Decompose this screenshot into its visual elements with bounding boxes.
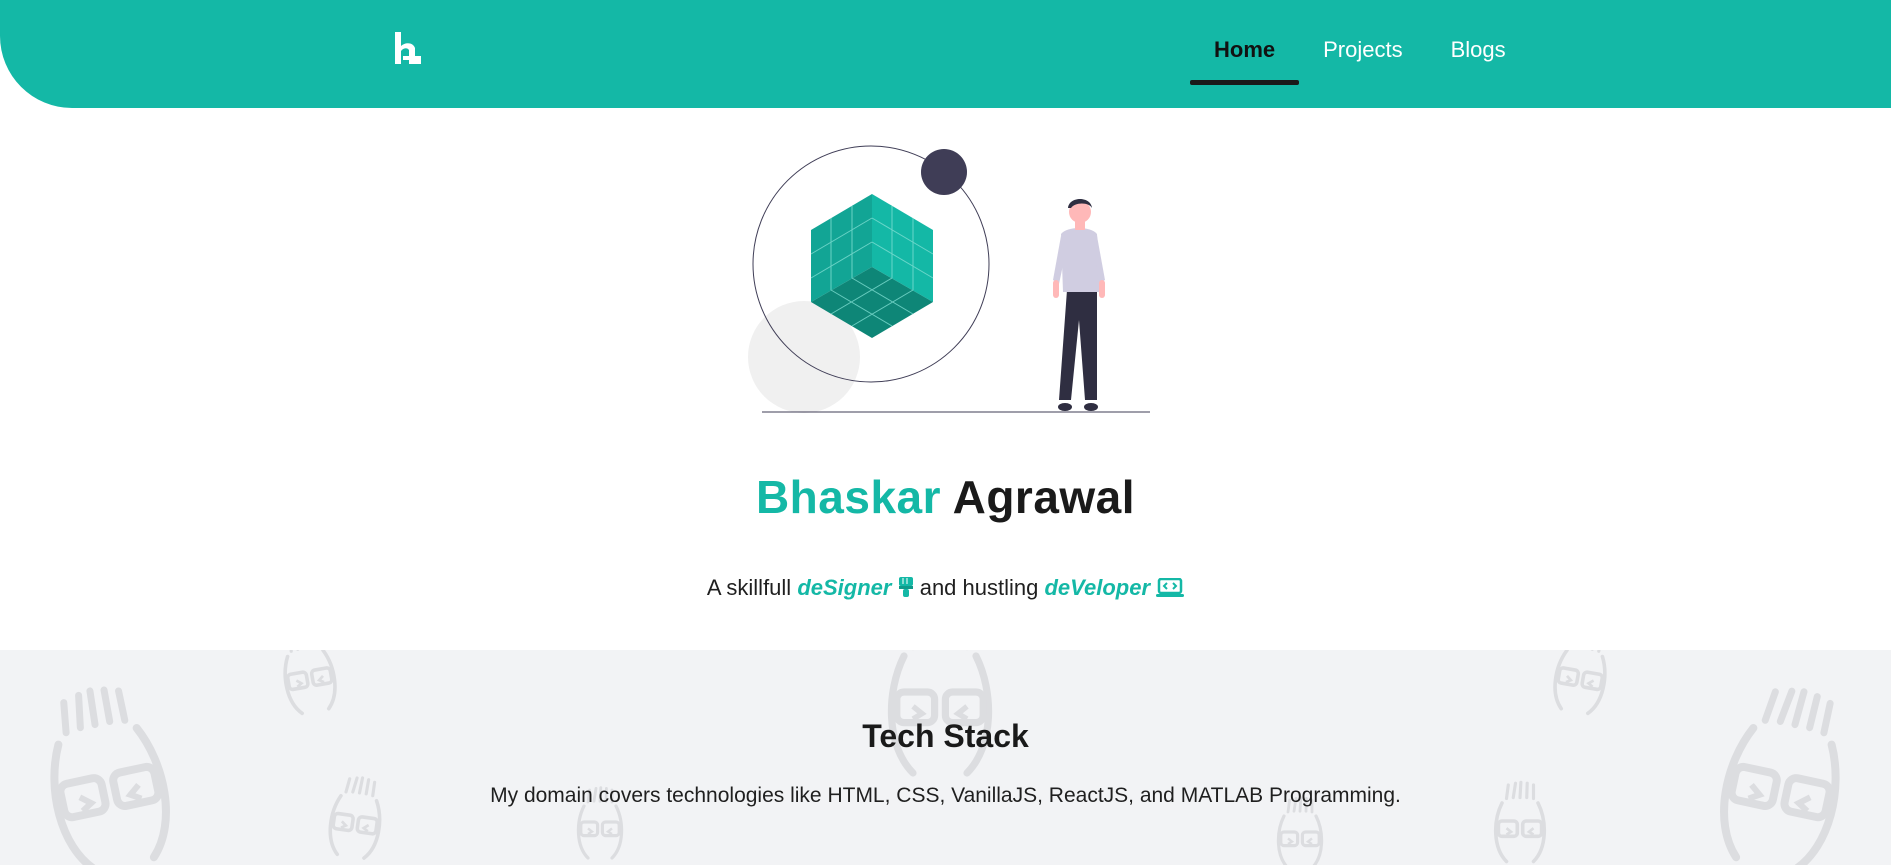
- bh-logo-icon[interactable]: [393, 30, 427, 66]
- tech-stack-title: Tech Stack: [862, 718, 1029, 754]
- doodle-background-pattern: [0, 650, 1891, 865]
- doodle-face-large-right: [1713, 680, 1855, 865]
- tagline-prefix: A skillfull: [706, 575, 792, 600]
- nav-projects[interactable]: Projects: [1299, 25, 1426, 75]
- tagline-middle: and hustling: [919, 575, 1039, 600]
- hero-tagline: A skillfull deSigner and hustling deVelo…: [0, 575, 1891, 601]
- doodle-face-small-5: [1548, 650, 1614, 718]
- tagline-developer: deVeloper: [1044, 575, 1151, 600]
- paintbrush-icon: [898, 577, 913, 597]
- hero-name: Bhaskar Agrawal: [0, 470, 1891, 524]
- laptop-code-icon: [1156, 577, 1185, 597]
- tech-stack-description: My domain covers technologies like HTML,…: [490, 784, 1401, 807]
- doodle-face-small-1: [276, 650, 342, 718]
- dark-circle: [921, 149, 967, 195]
- tech-stack-section: Tech Stack My domain covers technologies…: [0, 650, 1891, 865]
- nav-home[interactable]: Home: [1190, 25, 1300, 85]
- first-name: Bhaskar: [755, 471, 942, 523]
- doodle-face-large-left: [35, 680, 177, 865]
- top-navbar: Home Projects Blogs: [0, 0, 1891, 108]
- tagline-designer: deSigner: [797, 575, 892, 600]
- nav-blogs[interactable]: Blogs: [1427, 25, 1530, 75]
- main-nav: Home Projects Blogs: [1190, 0, 1530, 100]
- person-figure: [1053, 199, 1105, 411]
- person-with-cube-illustration: [748, 145, 1150, 413]
- last-name: Agrawal: [952, 471, 1136, 523]
